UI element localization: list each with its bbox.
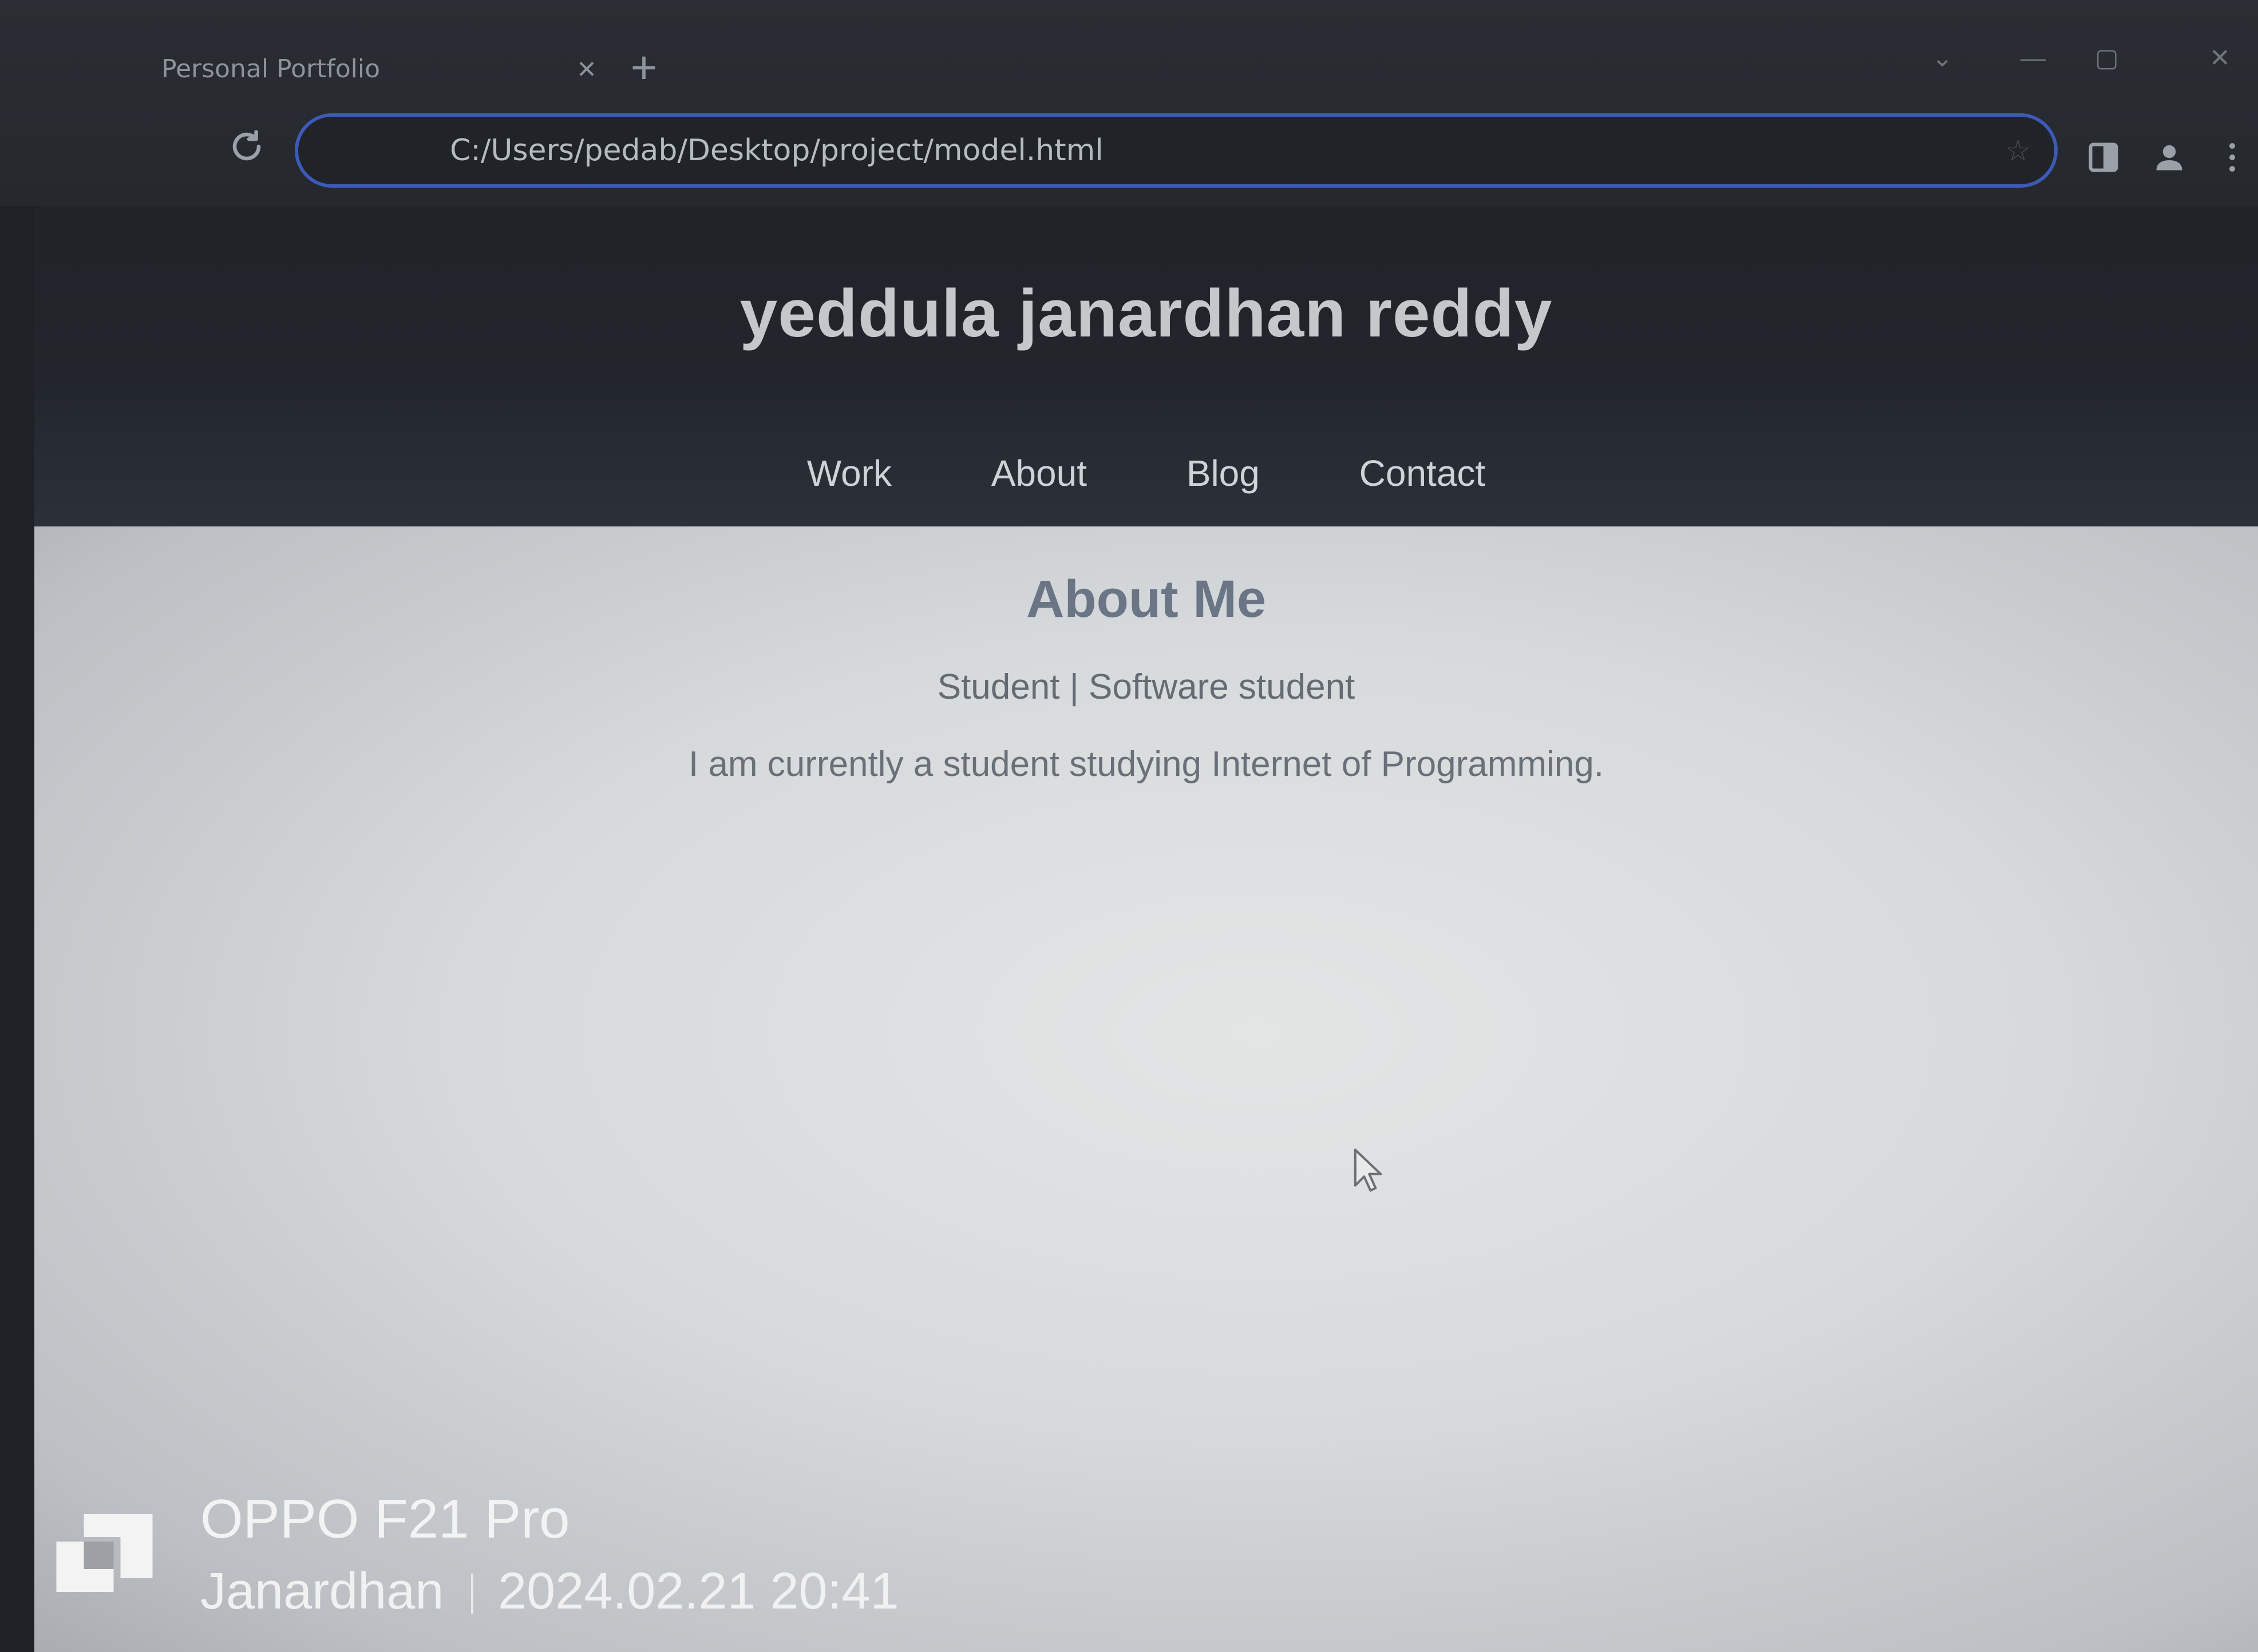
close-icon[interactable]: × xyxy=(567,53,607,85)
side-panel-icon[interactable] xyxy=(2086,140,2121,175)
mouse-pointer-icon xyxy=(1354,1148,1382,1192)
profile-icon[interactable] xyxy=(2152,140,2186,175)
nav-item-blog[interactable]: Blog xyxy=(1187,452,1260,494)
photo-frame: Personal Portfolio × + ⌄ — ▢ ✕ C:/Users/… xyxy=(0,0,2258,1652)
minimize-icon[interactable]: — xyxy=(2020,46,2046,71)
about-heading: About Me xyxy=(1026,570,1267,628)
about-subtitle: Student | Software student xyxy=(937,667,1355,707)
more-menu-icon[interactable] xyxy=(2224,140,2241,175)
plus-icon[interactable]: + xyxy=(624,45,664,90)
photographer-name: Janardhan xyxy=(200,1563,444,1620)
about-description: I am currently a student studying Intern… xyxy=(689,744,1604,784)
star-icon[interactable]: ☆ xyxy=(2004,134,2031,168)
site-title: yeddula janardhan reddy xyxy=(740,276,1553,351)
watermark-divider xyxy=(471,1574,473,1614)
camera-watermark: OPPO F21 Pro Janardhan 2024.02.21 20:41 xyxy=(52,1482,967,1631)
reload-icon[interactable] xyxy=(226,126,267,167)
camera-brand-logo-icon xyxy=(56,1514,153,1592)
address-text: C:/Users/pedab/Desktop/project/model.htm… xyxy=(450,133,1104,168)
nav-item-about[interactable]: About xyxy=(991,452,1087,494)
browser-tab[interactable]: Personal Portfolio × xyxy=(132,29,607,109)
browser-chrome: Personal Portfolio × + ⌄ — ▢ ✕ C:/Users/… xyxy=(0,0,2258,206)
window-close-icon[interactable]: ✕ xyxy=(2209,46,2231,71)
tab-title: Personal Portfolio xyxy=(161,54,381,84)
nav-item-contact[interactable]: Contact xyxy=(1359,452,1486,494)
chevron-down-icon[interactable]: ⌄ xyxy=(1932,46,1953,71)
site-nav: Work About Blog Contact xyxy=(34,452,2258,494)
maximize-icon[interactable]: ▢ xyxy=(2095,46,2119,71)
address-bar[interactable]: C:/Users/pedab/Desktop/project/model.htm… xyxy=(295,113,2058,188)
device-model: OPPO F21 Pro xyxy=(200,1488,570,1550)
nav-item-work[interactable]: Work xyxy=(807,452,892,494)
site-header: yeddula janardhan reddy Work About Blog … xyxy=(34,206,2258,526)
capture-datetime: 2024.02.21 20:41 xyxy=(498,1563,899,1620)
